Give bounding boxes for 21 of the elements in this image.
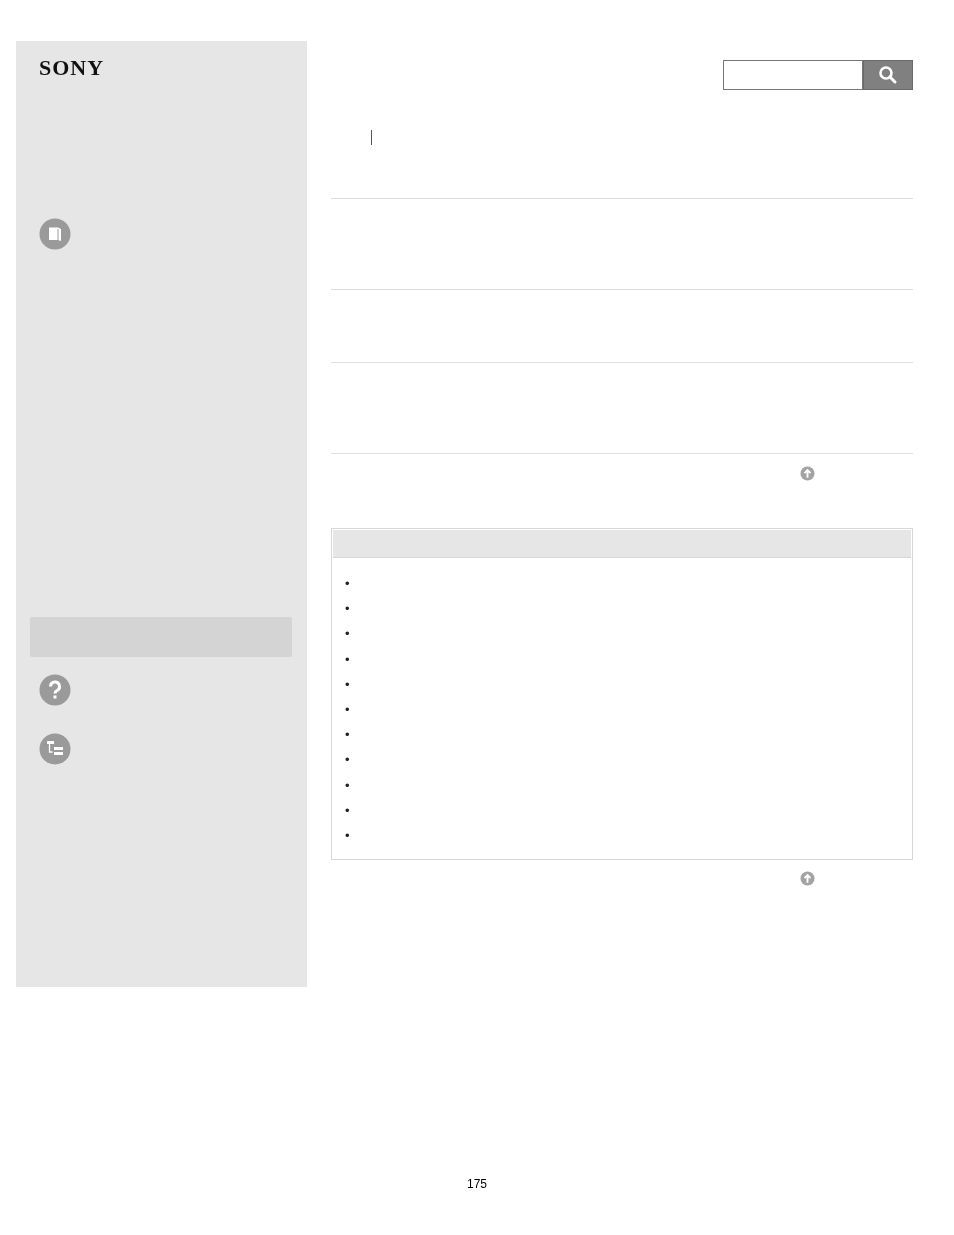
page-number: 175 [467,1177,487,1191]
bullet: • [345,701,350,719]
arrow-up-icon[interactable] [800,466,815,481]
bullet: • [345,675,350,694]
document-icon[interactable] [39,218,71,251]
help-icon[interactable] [39,674,71,707]
bullet: • [345,600,350,619]
arrow-up-icon[interactable] [800,871,815,886]
bullet: • [345,776,350,795]
tree-icon[interactable] [39,733,71,766]
sony-logo[interactable]: SONY [39,56,105,80]
bullet: • [345,751,350,770]
bullet: • [345,575,350,593]
bullet: • [345,827,350,846]
bullet: • [345,650,350,669]
search-button[interactable] [863,60,913,90]
bullet: • [345,801,350,820]
bullet: • [345,726,350,745]
search-field[interactable] [723,60,863,90]
search-icon [878,65,898,85]
bullet: • [345,625,350,644]
